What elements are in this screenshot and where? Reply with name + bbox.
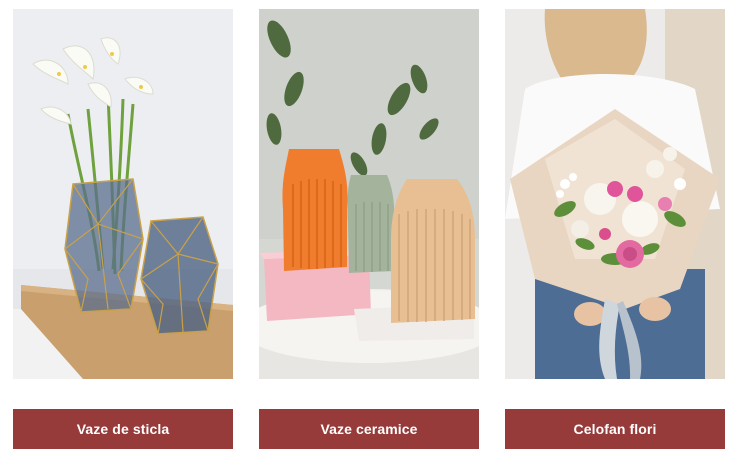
category-card-ceramic-vases[interactable]: Vaze ceramice [259,9,479,449]
ceramic-vases-image[interactable] [259,9,479,379]
flower-wrap-button[interactable]: Celofan flori [505,409,725,449]
flower-wrap-image[interactable] [505,9,725,379]
ceramic-vases-button[interactable]: Vaze ceramice [259,409,479,449]
category-card-glass-vases[interactable]: Vaze de sticla [13,9,233,449]
category-card-flower-wrap[interactable]: Celofan flori [505,9,725,449]
glass-vases-image[interactable] [13,9,233,379]
glass-vases-button[interactable]: Vaze de sticla [13,409,233,449]
